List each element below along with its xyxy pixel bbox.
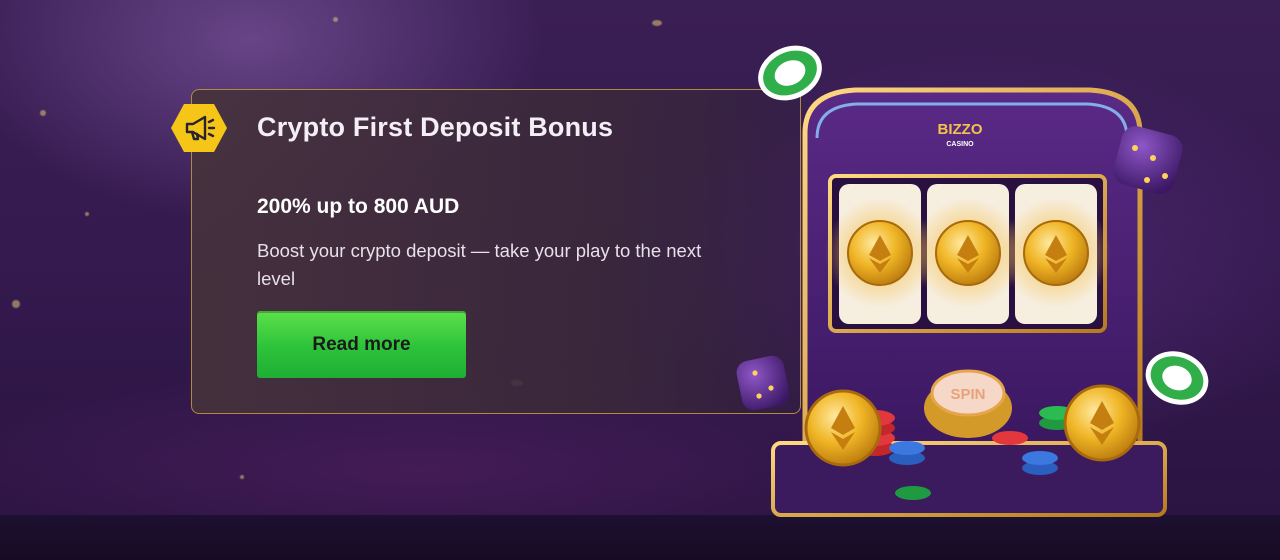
ethereum-coin-icon	[1023, 220, 1089, 286]
spin-button-label: SPIN	[950, 386, 985, 403]
brand-logo: BIZZO	[938, 121, 983, 138]
ethereum-coin-icon	[847, 220, 913, 286]
sparkle	[40, 110, 46, 116]
bottom-strip	[0, 515, 1280, 560]
megaphone-icon	[171, 104, 227, 152]
dice-icon	[736, 355, 790, 411]
promo-description: Boost your crypto deposit — take your pl…	[257, 240, 702, 289]
sparkle	[652, 20, 662, 26]
sparkle	[85, 212, 89, 216]
read-more-button[interactable]: Read more	[257, 311, 466, 378]
promo-subtitle: 200% up to 800 AUD	[257, 195, 460, 218]
poker-chip-icon	[1145, 351, 1209, 405]
promo-title: Crypto First Deposit Bonus	[257, 112, 614, 142]
sparkle	[240, 475, 244, 479]
brand-sub-logo: CASINO	[946, 141, 974, 148]
slot-machine-illustration: BIZZO CASINO SPIN	[736, 45, 1209, 517]
ethereum-coin-icon	[935, 220, 1001, 286]
sparkle	[333, 17, 338, 22]
ethereum-coin-icon	[804, 389, 882, 467]
sparkle	[12, 300, 20, 308]
ethereum-coin-icon	[1063, 384, 1141, 462]
